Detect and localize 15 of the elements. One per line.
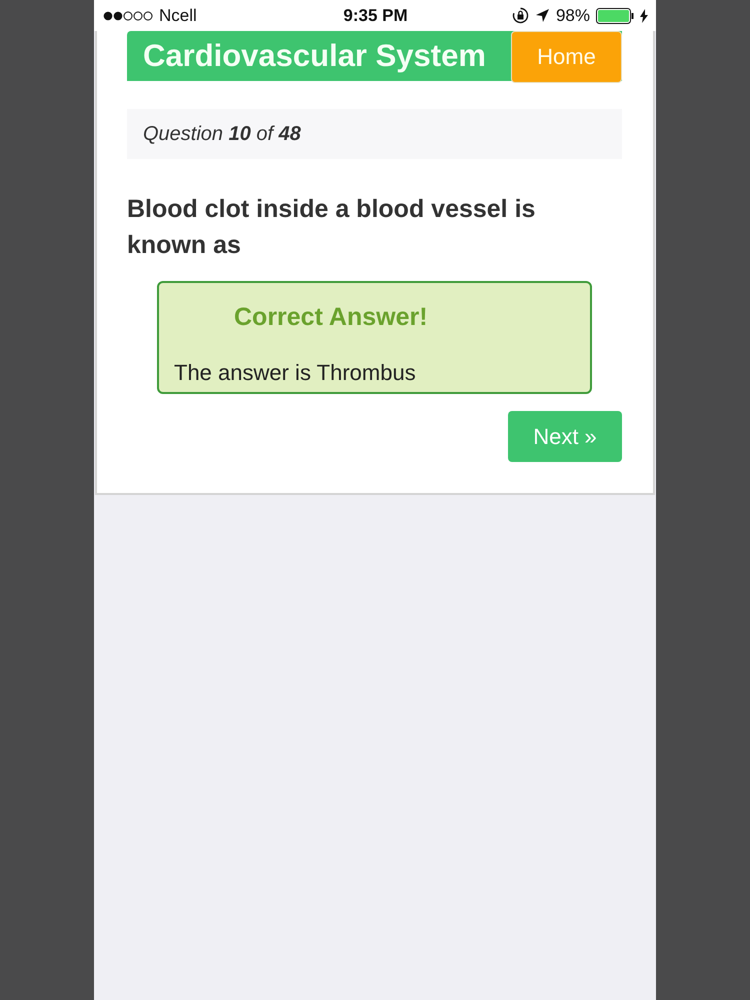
page-title: Cardiovascular System — [142, 37, 487, 75]
rotation-lock-icon — [512, 7, 529, 24]
home-button[interactable]: Home — [511, 31, 622, 83]
battery-percent: 98% — [556, 6, 590, 26]
charging-bolt-icon — [640, 8, 648, 22]
signal-icon — [103, 10, 155, 20]
question-counter: Question 10 of 48 — [143, 122, 301, 146]
question-text: Blood clot inside a blood vessel is known as — [127, 194, 536, 261]
clock-time: 9:35 PM — [343, 6, 408, 26]
carrier-name: Ncell — [159, 6, 197, 26]
feedback-title: Correct Answer! — [234, 303, 429, 332]
battery-icon — [596, 8, 634, 24]
feedback-message: The answer is Thrombus — [174, 360, 417, 386]
location-arrow-icon — [534, 8, 550, 23]
next-button[interactable]: Next » — [508, 411, 622, 462]
